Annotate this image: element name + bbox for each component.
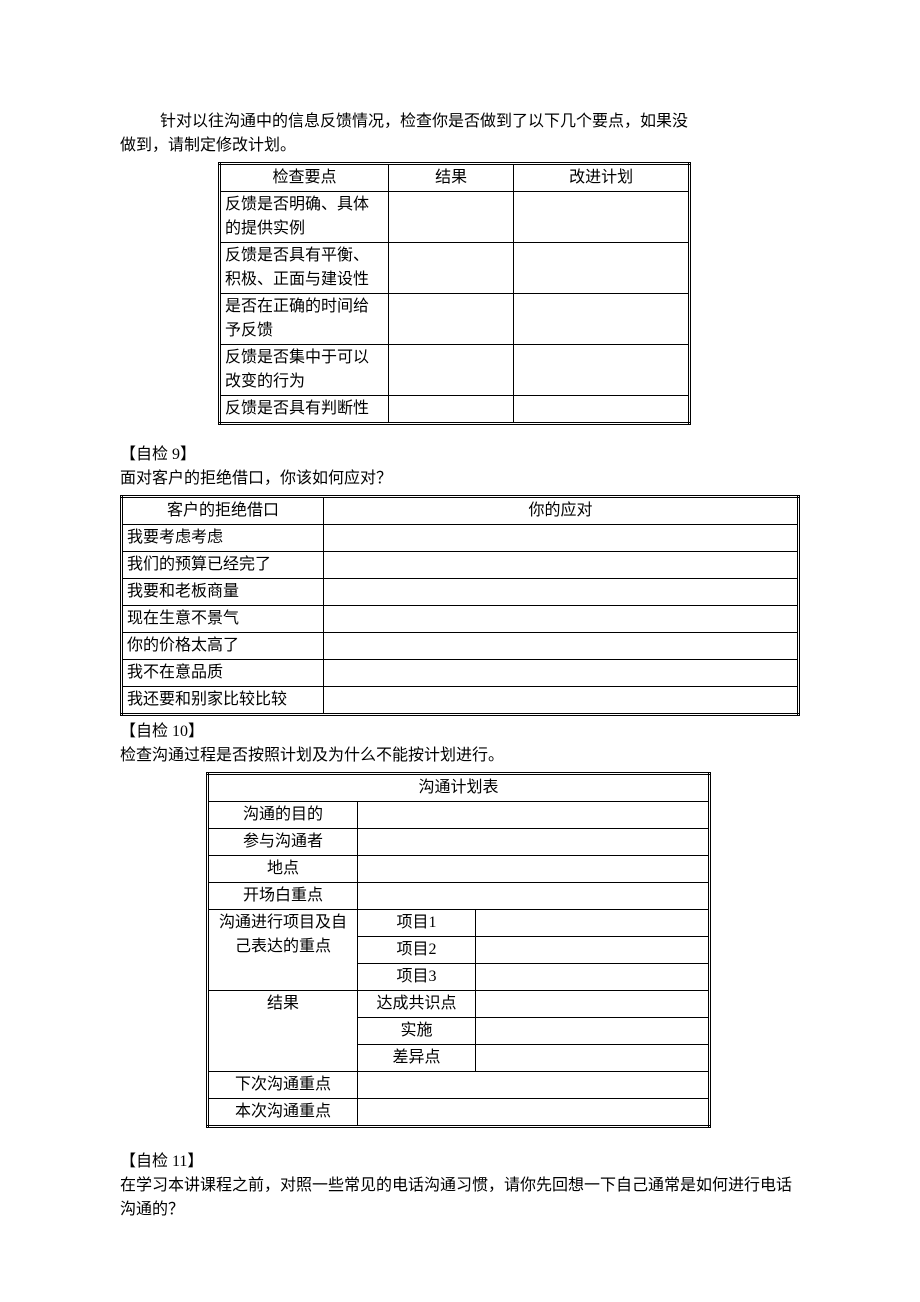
feedback-check-table: 检查要点 结果 改进计划 反馈是否明确、具体的提供实例 反馈是否具有平衡、积极、… bbox=[218, 162, 691, 425]
row-value bbox=[358, 829, 710, 856]
row-label: 沟通的目的 bbox=[208, 802, 358, 829]
col-header-plan: 改进计划 bbox=[514, 164, 690, 192]
table-row: 现在生意不景气 bbox=[122, 606, 799, 633]
sub-label: 项目3 bbox=[358, 964, 476, 991]
sub-label: 项目1 bbox=[358, 910, 476, 937]
row-label: 参与沟通者 bbox=[208, 829, 358, 856]
document-page: 针对以往沟通中的信息反馈情况，检查你是否做到了以下几个要点，如果没 做到，请制定… bbox=[0, 0, 920, 1266]
cell-plan bbox=[514, 192, 690, 243]
row-value bbox=[476, 1045, 710, 1072]
row-value bbox=[358, 856, 710, 883]
table-row: 我要和老板商量 bbox=[122, 579, 799, 606]
section-9-heading: 【自检 9】 bbox=[120, 443, 800, 467]
row-label: 沟通进行项目及自己表达的重点 bbox=[208, 910, 358, 991]
cell-result bbox=[388, 396, 513, 424]
cell-checkpoint: 是否在正确的时间给予反馈 bbox=[220, 294, 389, 345]
cell-result bbox=[388, 243, 513, 294]
cell-plan bbox=[514, 345, 690, 396]
spacer bbox=[120, 1132, 800, 1150]
cell-excuse: 我们的预算已经完了 bbox=[122, 552, 324, 579]
section-10-heading: 【自检 10】 bbox=[120, 720, 800, 744]
cell-checkpoint: 反馈是否具有平衡、积极、正面与建设性 bbox=[220, 243, 389, 294]
table-row: 参与沟通者 bbox=[208, 829, 710, 856]
cell-result bbox=[388, 192, 513, 243]
section-11-text: 在学习本讲课程之前，对照一些常见的电话沟通习惯，请你先回想一下自己通常是如何进行… bbox=[120, 1174, 800, 1222]
row-label: 下次沟通重点 bbox=[208, 1072, 358, 1099]
cell-response bbox=[324, 525, 799, 552]
cell-excuse: 我还要和别家比较比较 bbox=[122, 687, 324, 715]
cell-response bbox=[324, 606, 799, 633]
section-10-text: 检查沟通过程是否按照计划及为什么不能按计划进行。 bbox=[120, 744, 800, 768]
table-row: 你的价格太高了 bbox=[122, 633, 799, 660]
cell-response bbox=[324, 552, 799, 579]
cell-plan bbox=[514, 396, 690, 424]
row-value bbox=[358, 883, 710, 910]
intro-line-1: 针对以往沟通中的信息反馈情况，检查你是否做到了以下几个要点，如果没 bbox=[120, 110, 800, 134]
cell-response bbox=[324, 633, 799, 660]
table-row: 地点 bbox=[208, 856, 710, 883]
row-label: 地点 bbox=[208, 856, 358, 883]
cell-result bbox=[388, 294, 513, 345]
row-value bbox=[358, 1099, 710, 1127]
row-label: 结果 bbox=[208, 991, 358, 1072]
table-row: 开场白重点 bbox=[208, 883, 710, 910]
table-row: 沟通进行项目及自己表达的重点 项目1 bbox=[208, 910, 710, 937]
table-row: 结果 达成共识点 bbox=[208, 991, 710, 1018]
table-title-row: 沟通计划表 bbox=[208, 774, 710, 802]
row-value bbox=[476, 937, 710, 964]
table-row: 我不在意品质 bbox=[122, 660, 799, 687]
cell-excuse: 我不在意品质 bbox=[122, 660, 324, 687]
table-row: 沟通的目的 bbox=[208, 802, 710, 829]
sub-label: 项目2 bbox=[358, 937, 476, 964]
intro-paragraph: 针对以往沟通中的信息反馈情况，检查你是否做到了以下几个要点，如果没 做到，请制定… bbox=[120, 110, 800, 158]
col-header-result: 结果 bbox=[388, 164, 513, 192]
cell-excuse: 我要考虑考虑 bbox=[122, 525, 324, 552]
sub-label: 实施 bbox=[358, 1018, 476, 1045]
cell-plan bbox=[514, 294, 690, 345]
cell-response bbox=[324, 687, 799, 715]
table-row: 反馈是否集中于可以改变的行为 bbox=[220, 345, 690, 396]
row-value bbox=[476, 1018, 710, 1045]
sub-label: 差异点 bbox=[358, 1045, 476, 1072]
cell-plan bbox=[514, 243, 690, 294]
table-row: 本次沟通重点 bbox=[208, 1099, 710, 1127]
row-value bbox=[358, 802, 710, 829]
cell-excuse: 我要和老板商量 bbox=[122, 579, 324, 606]
section-11-heading: 【自检 11】 bbox=[120, 1150, 800, 1174]
table-header-row: 检查要点 结果 改进计划 bbox=[220, 164, 690, 192]
sub-label: 达成共识点 bbox=[358, 991, 476, 1018]
row-value bbox=[476, 964, 710, 991]
section-9-text: 面对客户的拒绝借口，你该如何应对？ bbox=[120, 467, 800, 491]
intro-line-2: 做到，请制定修改计划。 bbox=[120, 134, 800, 158]
row-value bbox=[358, 1072, 710, 1099]
table-row: 反馈是否明确、具体的提供实例 bbox=[220, 192, 690, 243]
cell-excuse: 现在生意不景气 bbox=[122, 606, 324, 633]
table-row: 是否在正确的时间给予反馈 bbox=[220, 294, 690, 345]
table-header-row: 客户的拒绝借口 你的应对 bbox=[122, 497, 799, 525]
rejection-response-table: 客户的拒绝借口 你的应对 我要考虑考虑 我们的预算已经完了 我要和老板商量 现在… bbox=[120, 495, 800, 716]
table-row: 下次沟通重点 bbox=[208, 1072, 710, 1099]
row-value bbox=[476, 910, 710, 937]
table-row: 我们的预算已经完了 bbox=[122, 552, 799, 579]
row-label: 开场白重点 bbox=[208, 883, 358, 910]
row-label: 本次沟通重点 bbox=[208, 1099, 358, 1127]
col-header-excuse: 客户的拒绝借口 bbox=[122, 497, 324, 525]
cell-checkpoint: 反馈是否集中于可以改变的行为 bbox=[220, 345, 389, 396]
cell-response bbox=[324, 660, 799, 687]
row-value bbox=[476, 991, 710, 1018]
table-row: 反馈是否具有判断性 bbox=[220, 396, 690, 424]
table-row: 我要考虑考虑 bbox=[122, 525, 799, 552]
cell-result bbox=[388, 345, 513, 396]
table-row: 我还要和别家比较比较 bbox=[122, 687, 799, 715]
cell-response bbox=[324, 579, 799, 606]
communication-plan-table: 沟通计划表 沟通的目的 参与沟通者 地点 开场白重点 沟通进行项目及自己表达的重… bbox=[206, 772, 711, 1128]
table-row: 反馈是否具有平衡、积极、正面与建设性 bbox=[220, 243, 690, 294]
col-header-response: 你的应对 bbox=[324, 497, 799, 525]
cell-excuse: 你的价格太高了 bbox=[122, 633, 324, 660]
cell-checkpoint: 反馈是否明确、具体的提供实例 bbox=[220, 192, 389, 243]
col-header-checkpoint: 检查要点 bbox=[220, 164, 389, 192]
table-title: 沟通计划表 bbox=[208, 774, 710, 802]
cell-checkpoint: 反馈是否具有判断性 bbox=[220, 396, 389, 424]
